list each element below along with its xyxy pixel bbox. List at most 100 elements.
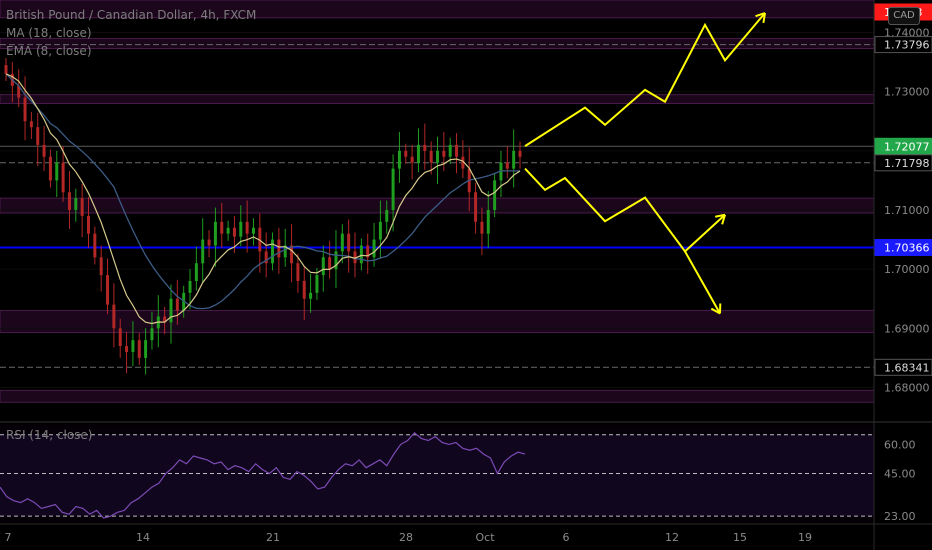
candle-body (99, 257, 103, 276)
y-tick-label: 1.71000 (884, 204, 930, 217)
candle-body (404, 150, 408, 157)
candle-body (194, 263, 198, 281)
candle-body (486, 210, 490, 234)
candle-body (277, 239, 281, 258)
candle-body (271, 239, 275, 264)
candle-body (391, 168, 395, 210)
candle-body (340, 233, 344, 252)
candle-body (48, 156, 52, 181)
price-label: 1.70366 (884, 242, 930, 255)
rsi-tick-label: 23.00 (884, 510, 916, 523)
candle-body (302, 280, 306, 299)
candle-body (150, 328, 154, 341)
candle-body (29, 121, 33, 128)
candle-body (251, 227, 255, 234)
candle-body (474, 192, 478, 222)
rsi-band (0, 434, 874, 517)
candle-body (213, 221, 217, 246)
x-tick-label: 6 (563, 531, 570, 544)
price-chart: 1.680001.690001.700001.710001.720001.730… (0, 0, 932, 550)
price-label: 1.72077 (884, 140, 930, 153)
candle-body (201, 239, 205, 264)
candle-body (175, 298, 179, 311)
x-tick-label: 19 (798, 531, 812, 544)
candle-body (80, 198, 84, 216)
candle-body (518, 150, 522, 157)
candle-body (23, 97, 27, 122)
candle-body (416, 144, 420, 163)
candle-body (188, 280, 192, 293)
candle-body (125, 346, 129, 352)
candle-body (455, 144, 459, 157)
candle-body (207, 239, 211, 246)
x-tick-label: 7 (5, 531, 12, 544)
candle-body (118, 328, 122, 347)
y-tick-label: 1.68000 (884, 381, 930, 394)
candle-body (226, 227, 230, 234)
resistance-zone (0, 94, 875, 105)
rsi-tick-label: 45.00 (884, 468, 916, 481)
candle-body (309, 292, 313, 299)
candle-body (397, 150, 401, 169)
candle-body (74, 198, 78, 210)
candle-body (505, 162, 509, 169)
y-tick-label: 1.70000 (884, 263, 930, 276)
candle-body (328, 257, 332, 270)
candle-body (112, 304, 116, 329)
currency-badge[interactable]: CAD (888, 7, 920, 25)
x-tick-label: 12 (665, 531, 679, 544)
resistance-zone (0, 310, 875, 333)
candle-body (55, 162, 59, 181)
candle-body (359, 245, 363, 264)
y-tick-label: 1.69000 (884, 322, 930, 335)
x-tick-label: 28 (399, 531, 413, 544)
candle-body (4, 65, 8, 74)
candle-body (169, 298, 173, 323)
candle-body (315, 275, 319, 293)
candle-body (36, 127, 40, 145)
candle-body (385, 210, 389, 222)
candle-body (378, 221, 382, 240)
rsi-legend: RSI (14, close) (6, 428, 93, 442)
candle-body (131, 340, 135, 352)
candle-body (61, 162, 65, 193)
candle-body (86, 215, 90, 234)
candle-body (321, 257, 325, 276)
candle-body (42, 144, 46, 157)
candle-body (239, 221, 243, 237)
candle-body (220, 221, 224, 234)
candle-body (106, 275, 110, 305)
ma-legend: MA (18, close) (6, 26, 92, 40)
candle-body (512, 150, 516, 169)
candle-body (67, 192, 71, 210)
candle-body (410, 156, 414, 163)
candle-body (347, 233, 351, 252)
x-tick-label: Oct (475, 531, 495, 544)
rsi-tick-label: 60.00 (884, 438, 916, 451)
candle-body (480, 221, 484, 234)
candle-body (442, 150, 446, 157)
candle-body (448, 144, 452, 157)
forecast-down2-arrow (684, 250, 721, 315)
price-label: 1.71798 (884, 157, 930, 170)
candle-body (232, 227, 236, 237)
candle-body (372, 239, 376, 258)
chart-title: British Pound / Canadian Dollar, 4h, FXC… (6, 8, 257, 22)
candle-body (245, 221, 249, 234)
candle-body (429, 150, 433, 163)
candle-body (436, 150, 440, 163)
y-tick-label: 1.73000 (884, 86, 930, 99)
candle-body (493, 180, 497, 210)
ema-legend: EMA (8, close) (6, 44, 92, 58)
x-tick-label: 21 (266, 531, 280, 544)
candle-body (137, 340, 141, 358)
price-label: 1.73796 (884, 39, 930, 52)
x-tick-label: 15 (733, 531, 747, 544)
price-label: 1.68341 (884, 361, 930, 374)
candle-body (93, 233, 97, 258)
ma-18-line (5, 73, 520, 310)
candle-body (144, 340, 148, 358)
candle-body (290, 245, 294, 264)
resistance-zone (0, 389, 875, 403)
candle-body (423, 144, 427, 151)
